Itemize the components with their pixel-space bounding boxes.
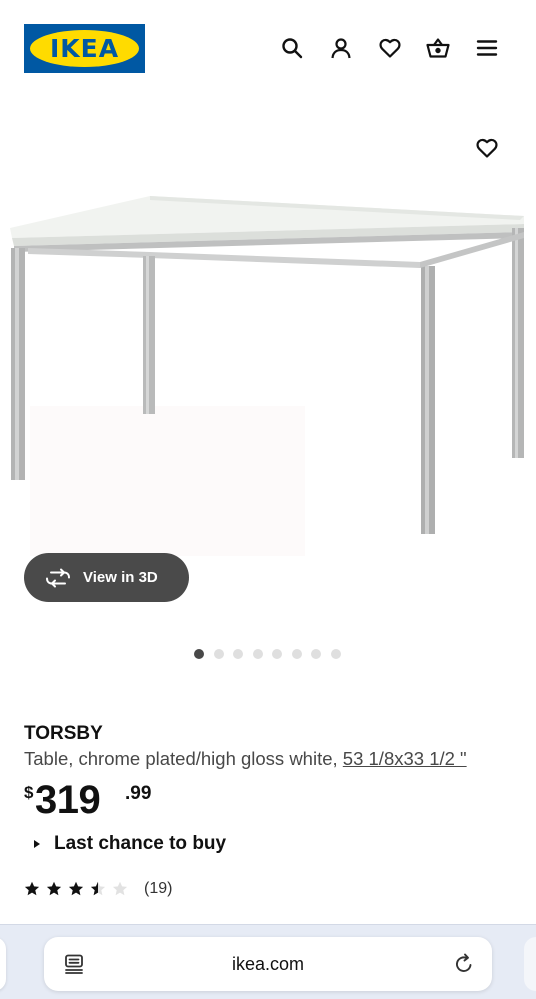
ikea-logo[interactable]: IKEA (24, 24, 145, 73)
previous-tab-edge[interactable] (0, 937, 6, 991)
menu-icon[interactable] (472, 33, 502, 63)
view-in-3d-label: View in 3D (83, 569, 158, 586)
next-tab-edge[interactable] (524, 937, 536, 991)
product-description-text: Table, chrome plated/high gloss white, (24, 748, 338, 769)
add-to-favorites-button[interactable] (470, 131, 504, 165)
product-description: Table, chrome plated/high gloss white, 5… (24, 746, 524, 772)
star-empty-icon (112, 881, 128, 896)
availability-toggle[interactable]: Last chance to buy (34, 832, 226, 856)
star-full-icon (68, 881, 84, 896)
product-name: TORSBY (24, 723, 103, 744)
carousel-dot-8[interactable] (330, 649, 341, 659)
carousel-dot-5[interactable] (272, 649, 282, 659)
browser-address-bar: ikea.com (0, 924, 536, 999)
star-full-icon (24, 881, 40, 896)
product-size-link[interactable]: 53 1/8x33 1/2 " (343, 748, 467, 769)
carousel-dot-2[interactable] (213, 649, 224, 659)
carousel-dot-4[interactable] (252, 649, 263, 659)
heart-icon (476, 138, 498, 158)
expand-triangle-icon (34, 840, 40, 848)
account-icon[interactable] (326, 33, 356, 63)
view-in-3d-button[interactable]: View in 3D (24, 553, 189, 602)
rotate-3d-icon (46, 568, 70, 587)
price-decimal: .99 (125, 783, 152, 804)
search-icon[interactable] (277, 33, 307, 63)
url-domain[interactable]: ikea.com (44, 937, 492, 991)
carousel-dot-1[interactable] (194, 649, 204, 659)
product-rating[interactable]: (19) (24, 878, 172, 900)
url-field[interactable]: ikea.com (44, 937, 492, 991)
reload-icon[interactable] (452, 952, 476, 976)
price-currency: $ (24, 783, 34, 802)
basket-icon[interactable] (423, 33, 453, 63)
carousel-dot-7[interactable] (311, 649, 321, 659)
reader-menu-icon[interactable] (62, 952, 86, 976)
logo-wordmark: IKEA (49, 34, 120, 63)
star-full-icon (46, 881, 62, 896)
price-integer: 319 (35, 778, 101, 822)
carousel-dot-6[interactable] (291, 649, 302, 659)
rating-count: (19) (144, 880, 173, 897)
image-carousel-dots (194, 648, 350, 660)
product-info: TORSBY Table, chrome plated/high gloss w… (24, 722, 524, 772)
carousel-dot-3[interactable] (233, 649, 243, 659)
availability-label: Last chance to buy (54, 833, 227, 854)
heart-icon[interactable] (375, 33, 405, 63)
site-header: IKEA (0, 0, 536, 96)
star-half-icon (90, 881, 106, 896)
